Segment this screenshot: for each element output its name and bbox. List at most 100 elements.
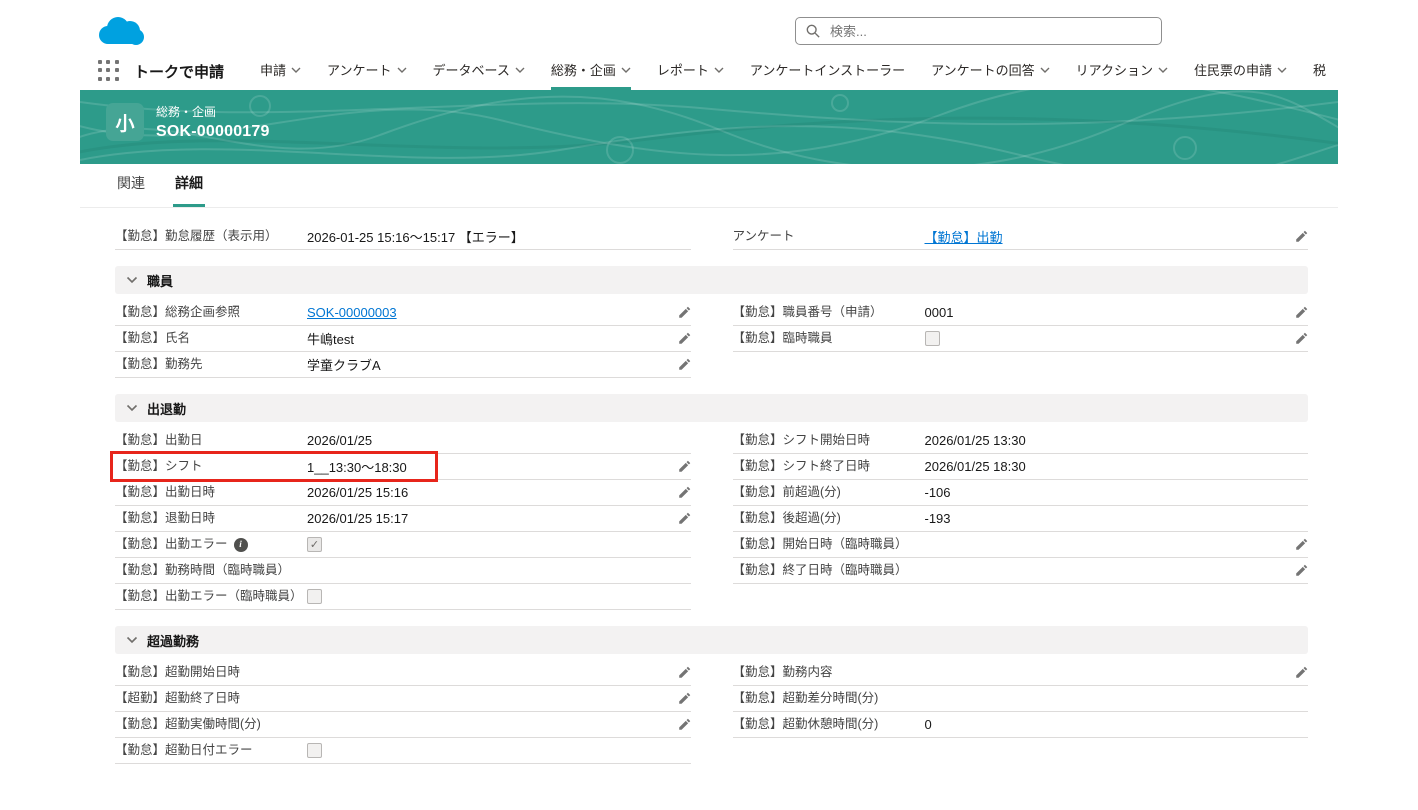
field-column: 【勤怠】職員番号（申請） 0001 【勤怠】臨時職員 — [732, 300, 1308, 352]
chevron-down-icon — [1277, 67, 1287, 73]
edit-pencil-icon[interactable] — [671, 666, 691, 679]
nav-tab-アンケート[interactable]: アンケート — [327, 52, 407, 90]
field-value — [925, 537, 1289, 553]
field-row: 【勤怠】終了日時（臨時職員） — [732, 558, 1308, 584]
field-value: 牛嶋test — [307, 332, 354, 347]
record-link[interactable]: 【勤怠】出勤 — [925, 227, 1003, 246]
salesforce-app-window: トークで申請 申請アンケートデータベース総務・企画レポートアンケートインストーラ… — [80, 10, 1338, 800]
edit-pencil-icon[interactable] — [671, 718, 691, 731]
field-label: 【勤怠】超勤実働時間(分) — [115, 716, 261, 731]
field-value: -106 — [924, 485, 951, 500]
section-header-出退勤[interactable]: 出退勤 — [115, 394, 1308, 422]
nav-tab-label: アンケートインストーラー — [749, 63, 906, 78]
nav-tab-アンケートの回答[interactable]: アンケートの回答 — [931, 52, 1050, 90]
field-row: 【勤怠】シフト 1__13:30～18:30 — [110, 451, 691, 482]
section-header-職員[interactable]: 職員 — [115, 266, 1308, 294]
edit-pencil-icon[interactable] — [671, 460, 691, 473]
field-label: 【勤怠】終了日時（臨時職員） — [732, 562, 908, 577]
nav-tab-アンケートインストーラー[interactable]: アンケートインストーラー — [750, 52, 905, 90]
edit-pencil-icon[interactable] — [1288, 332, 1308, 345]
section-title: 出退勤 — [147, 401, 187, 417]
field-value — [307, 589, 691, 605]
field-row: 【勤怠】勤務内容 — [732, 660, 1308, 686]
field-row: 【勤怠】後超過(分) -193 — [732, 506, 1308, 532]
field-row: 【勤怠】出勤日時 2026/01/25 15:16 — [115, 480, 691, 506]
detail-body: 【勤怠】勤怠履歴（表示用） 2026-01-25 15:16～15:17 【エラー… — [110, 224, 1308, 764]
field-row: 【勤怠】勤怠履歴（表示用） 2026-01-25 15:16～15:17 【エラー… — [115, 224, 691, 250]
nav-tab-リアクション[interactable]: リアクション — [1076, 52, 1168, 90]
field-value: 0 — [924, 717, 932, 732]
section-header-超過勤務[interactable]: 超過勤務 — [115, 626, 1308, 654]
checkbox — [307, 589, 322, 604]
field-column: 【勤怠】シフト開始日時 2026/01/25 13:30 【勤怠】シフト終了日時 20… — [732, 428, 1308, 584]
nav-tab-住民票の申請[interactable]: 住民票の申請 — [1194, 52, 1287, 90]
record-link[interactable]: SOK-00000003 — [307, 305, 397, 320]
field-grid: 【勤怠】勤怠履歴（表示用） 2026-01-25 15:16～15:17 【エラー… — [115, 224, 1308, 250]
chevron-down-icon — [621, 67, 631, 73]
edit-pencil-icon[interactable] — [1288, 306, 1308, 319]
record-header: 小 総務・企画 SOK-00000179 — [106, 103, 270, 141]
field-label: 【勤怠】勤務先 — [115, 356, 203, 371]
field-column: 【勤怠】総務企画参照 SOK-00000003 【勤怠】氏名 牛嶋test 【勤怠】勤務… — [115, 300, 691, 378]
field-label: 【勤怠】退勤日時 — [115, 510, 216, 525]
field-label: 【勤怠】開始日時（臨時職員） — [732, 536, 908, 551]
nav-tab-データベース[interactable]: データベース — [433, 52, 525, 90]
edit-pencil-icon[interactable] — [671, 486, 691, 499]
record-detail: 【勤怠】勤怠履歴（表示用） 2026-01-25 15:16～15:17 【エラー… — [80, 208, 1338, 774]
field-row: 【超勤】超勤終了日時 — [115, 686, 691, 712]
field-label: 【勤怠】シフト — [115, 458, 203, 473]
record-title: SOK-00000179 — [156, 123, 270, 140]
chevron-down-icon — [397, 67, 407, 73]
field-label: 【勤怠】総務企画参照 — [115, 304, 241, 319]
field-row: 【勤怠】出勤エラー i ✓ — [115, 532, 691, 558]
entity-label: 総務・企画 — [156, 105, 217, 119]
field-label: 【勤怠】勤怠履歴（表示用） — [115, 228, 278, 243]
field-value: 0001 — [924, 305, 954, 320]
edit-pencil-icon[interactable] — [1288, 230, 1308, 243]
field-value — [307, 717, 671, 733]
field-label: 【勤怠】勤務内容 — [732, 664, 833, 679]
edit-pencil-icon[interactable] — [1288, 666, 1308, 679]
field-value: 【勤怠】出勤 — [925, 227, 1289, 246]
field-value: 1__13:30～18:30 — [307, 460, 407, 475]
chevron-down-icon — [126, 276, 138, 284]
nav-tab-label: 税 — [1313, 63, 1327, 78]
field-value: 2026/01/25 — [307, 433, 373, 448]
edit-pencil-icon[interactable] — [671, 306, 691, 319]
edit-pencil-icon[interactable] — [671, 332, 691, 345]
edit-pencil-icon[interactable] — [671, 358, 691, 371]
field-row: 【勤怠】退勤日時 2026/01/25 15:17 — [115, 506, 691, 532]
field-column: アンケート 【勤怠】出勤 — [732, 224, 1308, 250]
info-icon[interactable]: i — [233, 537, 248, 552]
edit-pencil-icon[interactable] — [671, 512, 691, 525]
edit-pencil-icon[interactable] — [1288, 564, 1308, 577]
nav-tab-申請[interactable]: 申請 — [260, 52, 301, 90]
chevron-down-icon — [1040, 67, 1050, 73]
field-row: 【勤怠】シフト開始日時 2026/01/25 13:30 — [732, 428, 1308, 454]
field-label: 【勤怠】超勤日付エラー — [115, 742, 253, 757]
field-value — [925, 563, 1289, 579]
search-input[interactable] — [828, 22, 1151, 40]
field-row: 【勤怠】超勤差分時間(分) — [732, 686, 1308, 712]
app-launcher-icon[interactable] — [98, 60, 120, 82]
edit-pencil-icon[interactable] — [671, 692, 691, 705]
edit-pencil-icon[interactable] — [1288, 538, 1308, 551]
nav-tab-レポート[interactable]: レポート — [657, 52, 724, 90]
nav-tab-税[interactable]: 税 — [1313, 52, 1326, 90]
chevron-down-icon — [291, 67, 301, 73]
field-row: 【勤怠】勤務先 学童クラブA — [115, 352, 691, 378]
field-value — [925, 665, 1289, 681]
field-value — [307, 691, 671, 707]
field-row: 【勤怠】臨時職員 — [732, 326, 1308, 352]
salesforce-logo — [94, 15, 146, 54]
subtab-詳細[interactable]: 詳細 — [173, 173, 205, 207]
field-value: SOK-00000003 — [307, 305, 671, 321]
record-object-icon: 小 — [106, 103, 144, 141]
nav-tab-総務・企画[interactable]: 総務・企画 — [550, 52, 631, 90]
subtab-関連[interactable]: 関連 — [115, 173, 147, 207]
field-label: 【勤怠】超勤開始日時 — [115, 664, 241, 679]
field-row: 【勤怠】氏名 牛嶋test — [115, 326, 691, 352]
field-label: 【勤怠】氏名 — [115, 330, 191, 345]
field-value: 2026-01-25 15:16～15:17 【エラー】 — [307, 230, 524, 245]
field-label: 【超勤】超勤終了日時 — [115, 690, 241, 705]
